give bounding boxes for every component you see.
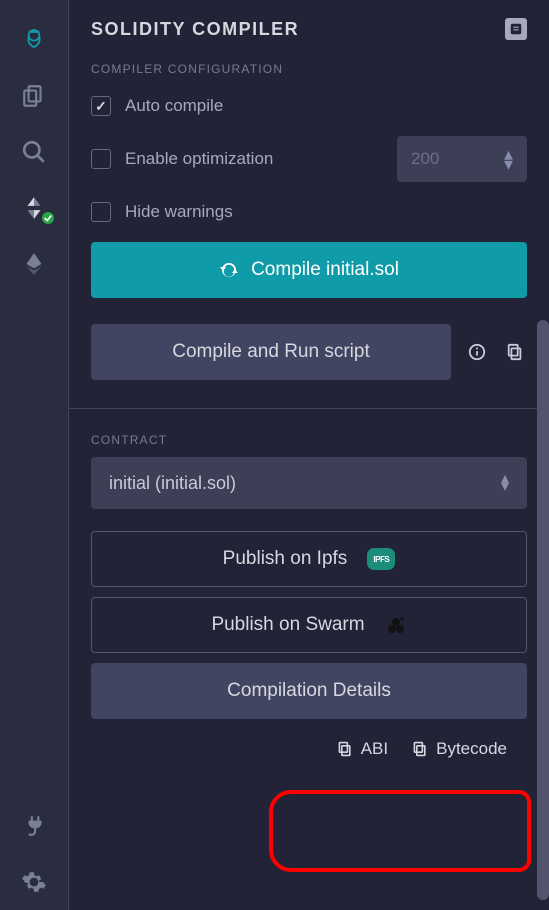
copy-icon [506, 343, 524, 361]
copy-icon [412, 741, 428, 757]
hide-warnings-checkbox[interactable] [91, 202, 111, 222]
gear-icon [21, 869, 47, 895]
hide-warnings-label: Hide warnings [125, 202, 233, 222]
spinner-arrows-icon[interactable]: ▴▾ [504, 149, 513, 169]
auto-compile-label: Auto compile [125, 96, 223, 116]
copy-abi-button[interactable]: ABI [337, 739, 388, 759]
compile-button[interactable]: Compile initial.sol [91, 242, 527, 298]
select-arrows-icon: ▴▾ [501, 475, 509, 491]
nav-deploy[interactable] [0, 236, 68, 292]
contract-select[interactable]: initial (initial.sol) ▴▾ [91, 457, 527, 509]
optimization-runs-value: 200 [411, 149, 439, 169]
auto-compile-option[interactable]: Auto compile [91, 86, 527, 126]
section-label-config: COMPILER CONFIGURATION [91, 62, 527, 76]
info-icon [468, 343, 486, 361]
optimization-runs-input[interactable]: 200 ▴▾ [397, 136, 527, 182]
logo[interactable] [0, 12, 68, 68]
optimization-option: Enable optimization 200 ▴▾ [91, 126, 527, 192]
section-label-contract: CONTRACT [91, 433, 527, 447]
compile-run-label: Compile and Run script [172, 341, 369, 363]
nav-plugins[interactable] [0, 798, 68, 854]
nav-search[interactable] [0, 124, 68, 180]
optimization-checkbox[interactable] [91, 149, 111, 169]
copy-icon [337, 741, 353, 757]
abi-label: ABI [361, 739, 388, 759]
files-icon [21, 83, 47, 109]
bytecode-label: Bytecode [436, 739, 507, 759]
publish-swarm-button[interactable]: Publish on Swarm [91, 597, 527, 653]
auto-compile-checkbox[interactable] [91, 96, 111, 116]
script-copy-button[interactable] [503, 340, 527, 364]
ipfs-badge-icon: IPFS [367, 548, 395, 570]
swarm-icon [385, 614, 407, 636]
compilation-details-button[interactable]: Compilation Details [91, 663, 527, 719]
contract-selected-value: initial (initial.sol) [109, 473, 236, 494]
script-info-button[interactable] [465, 340, 489, 364]
contract-section: CONTRACT initial (initial.sol) ▴▾ Publis… [69, 408, 549, 769]
solidity-compiler-panel: SOLIDITY COMPILER COMPILER CONFIGURATION… [68, 0, 549, 910]
optimization-label: Enable optimization [125, 149, 273, 169]
icon-sidebar [0, 0, 68, 910]
refresh-icon [219, 260, 239, 280]
plug-icon [21, 813, 47, 839]
compilation-details-label: Compilation Details [227, 680, 391, 702]
compiler-config-section: COMPILER CONFIGURATION Auto compile Enab… [69, 52, 549, 390]
copy-bytecode-button[interactable]: Bytecode [412, 739, 507, 759]
publish-ipfs-label: Publish on Ipfs [223, 548, 348, 570]
publish-ipfs-button[interactable]: Publish on Ipfs IPFS [91, 531, 527, 587]
active-check-badge [40, 210, 56, 226]
book-icon [509, 22, 523, 36]
remix-logo-icon [21, 27, 47, 53]
compile-button-label: Compile initial.sol [251, 259, 399, 281]
nav-settings[interactable] [0, 854, 68, 910]
panel-title: SOLIDITY COMPILER [91, 19, 505, 40]
nav-files[interactable] [0, 68, 68, 124]
ethereum-icon [21, 251, 47, 277]
scrollbar[interactable] [537, 320, 549, 900]
search-icon [21, 139, 47, 165]
compile-run-button[interactable]: Compile and Run script [91, 324, 451, 380]
docs-button[interactable] [505, 18, 527, 40]
nav-compiler[interactable] [0, 180, 68, 236]
hide-warnings-option[interactable]: Hide warnings [91, 192, 527, 232]
publish-swarm-label: Publish on Swarm [211, 614, 364, 636]
